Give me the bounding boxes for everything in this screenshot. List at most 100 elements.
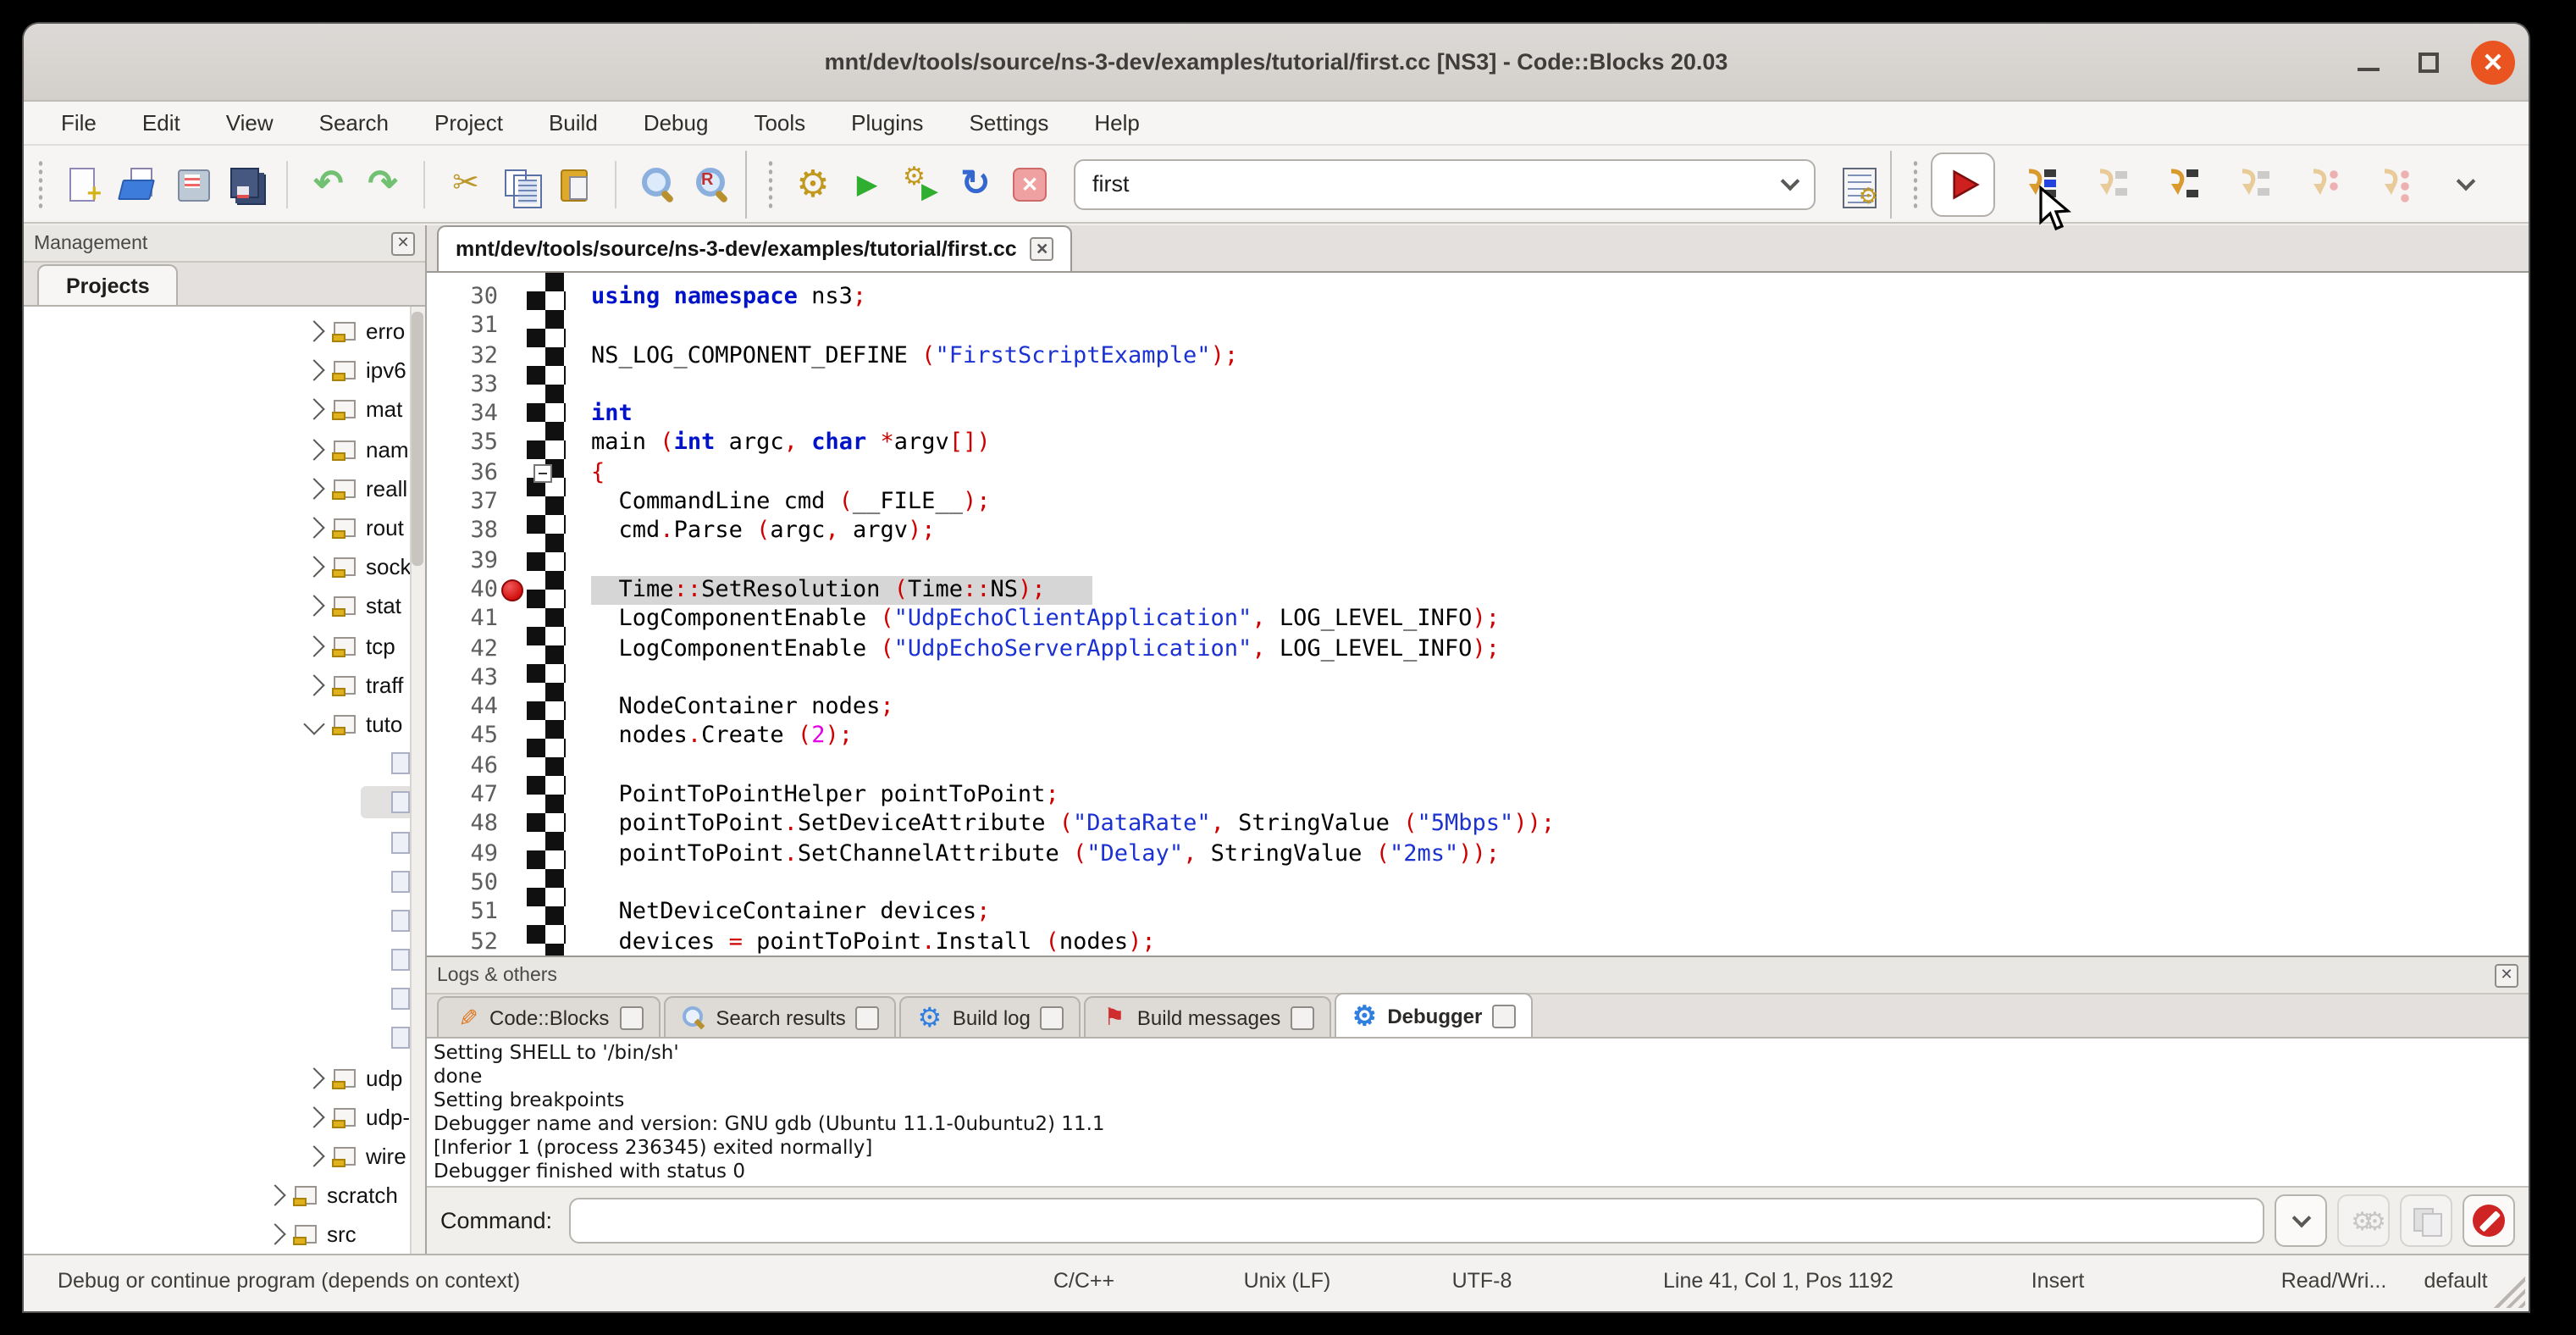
line-number[interactable]: 45 <box>427 723 498 752</box>
next-line-button[interactable] <box>2083 155 2137 213</box>
tree-item-src[interactable]: src <box>24 1216 425 1254</box>
tree-item-th[interactable]: th <box>24 1019 425 1058</box>
tree-item-mat[interactable]: mat <box>24 391 425 429</box>
log-tab-close-icon[interactable] <box>856 1005 880 1029</box>
tree-scrollbar[interactable] <box>410 307 425 1254</box>
tree-item-ipv6[interactable]: ipv6 <box>24 351 425 390</box>
command-history-dropdown[interactable] <box>2275 1194 2327 1247</box>
line-number[interactable]: 34 <box>427 400 498 429</box>
tree-item-scratch[interactable]: scratch <box>24 1176 425 1215</box>
code-line-36[interactable]: 36{ <box>427 459 2529 489</box>
code-line-43[interactable]: 43 <box>427 664 2529 694</box>
tree-item-fif[interactable]: fif <box>24 744 425 783</box>
line-number[interactable]: 39 <box>427 546 498 576</box>
line-number[interactable]: 31 <box>427 313 498 342</box>
line-number[interactable]: 51 <box>427 898 498 928</box>
chevron-right-icon[interactable] <box>303 399 324 420</box>
code-line-33[interactable]: 33 <box>427 371 2529 401</box>
redo-button[interactable] <box>356 155 410 213</box>
open-file-button[interactable] <box>110 155 164 213</box>
line-number[interactable]: 36 <box>427 459 498 489</box>
menu-plugins[interactable]: Plugins <box>851 110 923 136</box>
replace-button[interactable]: R <box>684 155 738 213</box>
line-number[interactable]: 40 <box>427 576 498 606</box>
code-line-37[interactable]: 37 CommandLine cmd (__FILE__); <box>427 488 2529 518</box>
code-line-46[interactable]: 46 <box>427 752 2529 782</box>
chevron-right-icon[interactable] <box>303 674 324 695</box>
tree-item-fir[interactable]: fir <box>24 784 425 823</box>
chevron-right-icon[interactable] <box>303 320 324 341</box>
menu-file[interactable]: File <box>61 110 97 136</box>
logs-close-icon[interactable]: ✕ <box>2495 963 2518 987</box>
paste-button[interactable] <box>547 155 601 213</box>
line-number[interactable]: 41 <box>427 606 498 635</box>
step-into-button[interactable] <box>2154 155 2208 213</box>
fold-collapse-icon[interactable] <box>533 464 552 483</box>
log-tab-build-messages[interactable]: Build messages <box>1085 996 1331 1037</box>
menu-build[interactable]: Build <box>549 110 598 136</box>
target-options-button[interactable] <box>1829 155 1883 213</box>
line-number[interactable]: 47 <box>427 781 498 811</box>
line-number[interactable]: 38 <box>427 518 498 547</box>
tree-item-tcp[interactable]: tcp <box>24 626 425 665</box>
run-button[interactable] <box>840 155 894 213</box>
line-number[interactable]: 49 <box>427 839 498 869</box>
menu-search[interactable]: Search <box>319 110 389 136</box>
next-instruction-button[interactable] <box>2297 155 2351 213</box>
line-number[interactable]: 37 <box>427 488 498 518</box>
run-to-cursor-button[interactable] <box>2012 155 2066 213</box>
chevron-right-icon[interactable] <box>303 517 324 538</box>
stop-debugger-button[interactable] <box>2463 1194 2515 1247</box>
chevron-right-icon[interactable] <box>303 439 324 460</box>
chevron-right-icon[interactable] <box>303 360 324 381</box>
tree-item-udp[interactable]: udp <box>24 1058 425 1097</box>
line-number[interactable]: 44 <box>427 693 498 723</box>
line-number[interactable]: 50 <box>427 869 498 899</box>
menu-debug[interactable]: Debug <box>644 110 709 136</box>
menu-edit[interactable]: Edit <box>142 110 180 136</box>
code-line-31[interactable]: 31 <box>427 313 2529 342</box>
chevron-right-icon[interactable] <box>264 1185 285 1206</box>
log-tab-close-icon[interactable] <box>1291 1005 1314 1029</box>
tree-item-nam[interactable]: nam <box>24 429 425 468</box>
debug-toolbar-more-button[interactable] <box>2439 155 2493 213</box>
tree-item-erro[interactable]: erro <box>24 312 425 351</box>
tree-item-se[interactable]: se <box>24 901 425 940</box>
chevron-right-icon[interactable] <box>303 478 324 499</box>
log-tab-search-results[interactable]: Search results <box>663 996 896 1037</box>
debugger-log-output[interactable]: Setting SHELL to '/bin/sh'doneSetting br… <box>427 1039 2529 1186</box>
log-tab-close-icon[interactable] <box>1041 1005 1064 1029</box>
undo-button[interactable] <box>301 155 356 213</box>
tree-item-se[interactable]: se <box>24 940 425 979</box>
minimize-button[interactable] <box>2346 41 2390 85</box>
line-number[interactable]: 30 <box>427 283 498 313</box>
code-line-32[interactable]: 32NS_LOG_COMPONENT_DEFINE ("FirstScriptE… <box>427 341 2529 371</box>
line-number[interactable]: 48 <box>427 811 498 840</box>
code-lines[interactable]: 30using namespace ns3;3132NS_LOG_COMPONE… <box>427 283 2529 956</box>
tree-item-wire[interactable]: wire <box>24 1137 425 1176</box>
line-number[interactable]: 32 <box>427 341 498 371</box>
code-line-39[interactable]: 39 <box>427 546 2529 576</box>
step-out-button[interactable] <box>2225 155 2280 213</box>
line-number[interactable]: 46 <box>427 752 498 782</box>
code-line-41[interactable]: 41 LogComponentEnable ("UdpEchoClientApp… <box>427 606 2529 635</box>
close-button[interactable]: ✕ <box>2471 41 2515 85</box>
save-button[interactable] <box>164 155 218 213</box>
chevron-down-icon[interactable] <box>303 713 324 734</box>
projects-tree[interactable]: erroipv6matnamreallroutsockstattcptrafft… <box>24 307 425 1254</box>
menu-tools[interactable]: Tools <box>754 110 805 136</box>
copy-log-button[interactable] <box>2400 1194 2452 1247</box>
breakpoint-marker[interactable] <box>501 580 523 602</box>
code-line-35[interactable]: 35main (int argc, char *argv[]) <box>427 429 2529 459</box>
code-line-45[interactable]: 45 nodes.Create (2); <box>427 723 2529 752</box>
find-button[interactable] <box>630 155 684 213</box>
editor-tab-close-icon[interactable]: ✕ <box>1031 237 1054 261</box>
debug-continue-button[interactable] <box>1931 152 1995 216</box>
code-line-30[interactable]: 30using namespace ns3; <box>427 283 2529 313</box>
rebuild-button[interactable] <box>948 155 1003 213</box>
code-line-34[interactable]: 34int <box>427 400 2529 429</box>
cut-button[interactable] <box>439 155 493 213</box>
log-tab-debugger[interactable]: Debugger <box>1335 993 1533 1037</box>
title-bar[interactable]: mnt/dev/tools/source/ns-3-dev/examples/t… <box>24 24 2529 102</box>
code-line-47[interactable]: 47 PointToPointHelper pointToPoint; <box>427 781 2529 811</box>
